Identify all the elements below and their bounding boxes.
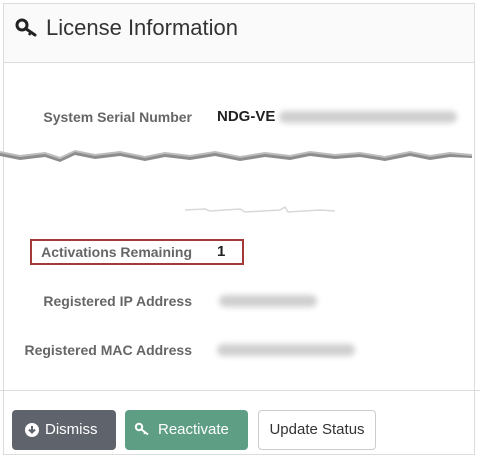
- ip-address-label: Registered IP Address: [43, 293, 192, 309]
- ip-address-value-row: [217, 289, 337, 313]
- panel-footer: [0, 390, 480, 391]
- reactivate-button[interactable]: Reactivate: [125, 410, 248, 450]
- update-status-button[interactable]: Update Status: [258, 410, 376, 450]
- dismiss-label: Dismiss: [45, 421, 98, 438]
- key-icon: [15, 18, 37, 37]
- license-panel: License Information: [3, 3, 475, 455]
- serial-number-label: System Serial Number: [43, 109, 192, 125]
- panel-title: License Information: [46, 15, 238, 40]
- redacted-mac: [217, 344, 355, 356]
- mac-address-value-row: [217, 338, 367, 362]
- down-arrow-circle-icon: [25, 423, 39, 437]
- update-status-label: Update Status: [269, 421, 365, 438]
- redacted-serial: [279, 111, 457, 123]
- mac-address-label: Registered MAC Address: [24, 342, 192, 358]
- key-icon: [134, 422, 149, 436]
- redacted-ip: [219, 295, 317, 307]
- serial-number-row: System Serial Number: [0, 105, 192, 129]
- serial-number-value-row: NDG-VE: [217, 105, 467, 129]
- torn-edge-divider: [0, 149, 472, 162]
- ip-address-row: Registered IP Address: [0, 289, 192, 313]
- activations-highlight-box: [30, 239, 244, 265]
- panel-header: License Information: [4, 4, 474, 63]
- reactivate-label: Reactivate: [158, 421, 229, 438]
- dismiss-button[interactable]: Dismiss: [12, 410, 116, 450]
- serial-number-value: NDG-VE: [217, 108, 276, 125]
- torn-edge-fragment: [184, 205, 336, 213]
- mac-address-row: Registered MAC Address: [0, 338, 192, 362]
